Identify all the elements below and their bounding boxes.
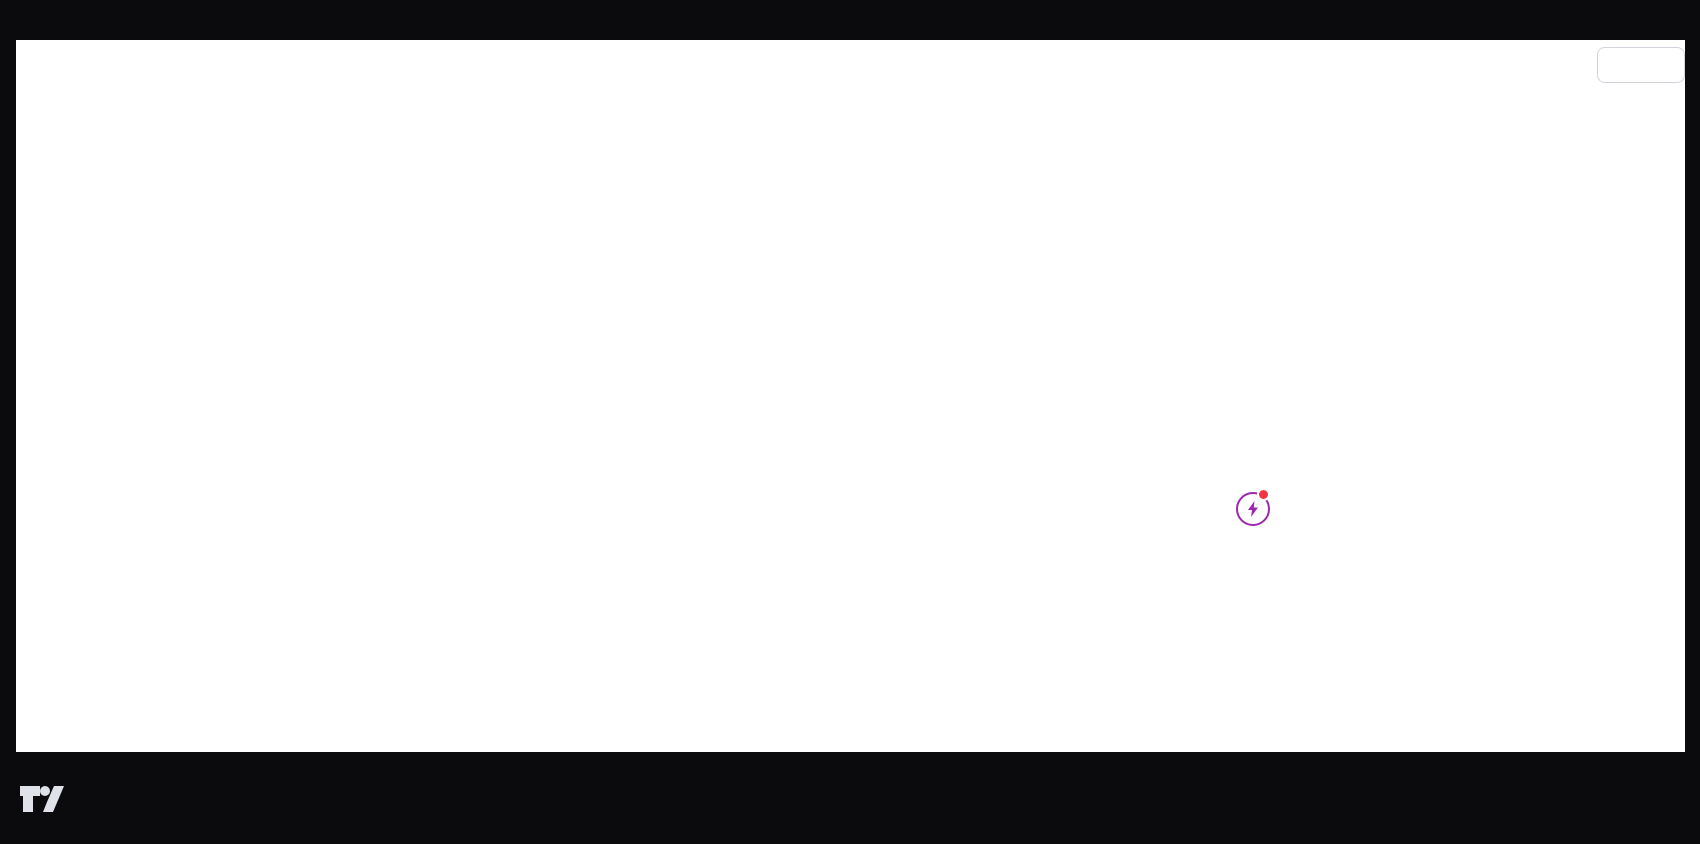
tradingview-chart-frame	[0, 0, 1700, 844]
notification-dot-icon	[1257, 488, 1270, 501]
currency-toggle-button[interactable]	[1597, 47, 1685, 83]
tradingview-logo[interactable]	[18, 778, 76, 818]
tradingview-logo-icon	[18, 778, 64, 818]
chart-background	[16, 40, 1685, 752]
